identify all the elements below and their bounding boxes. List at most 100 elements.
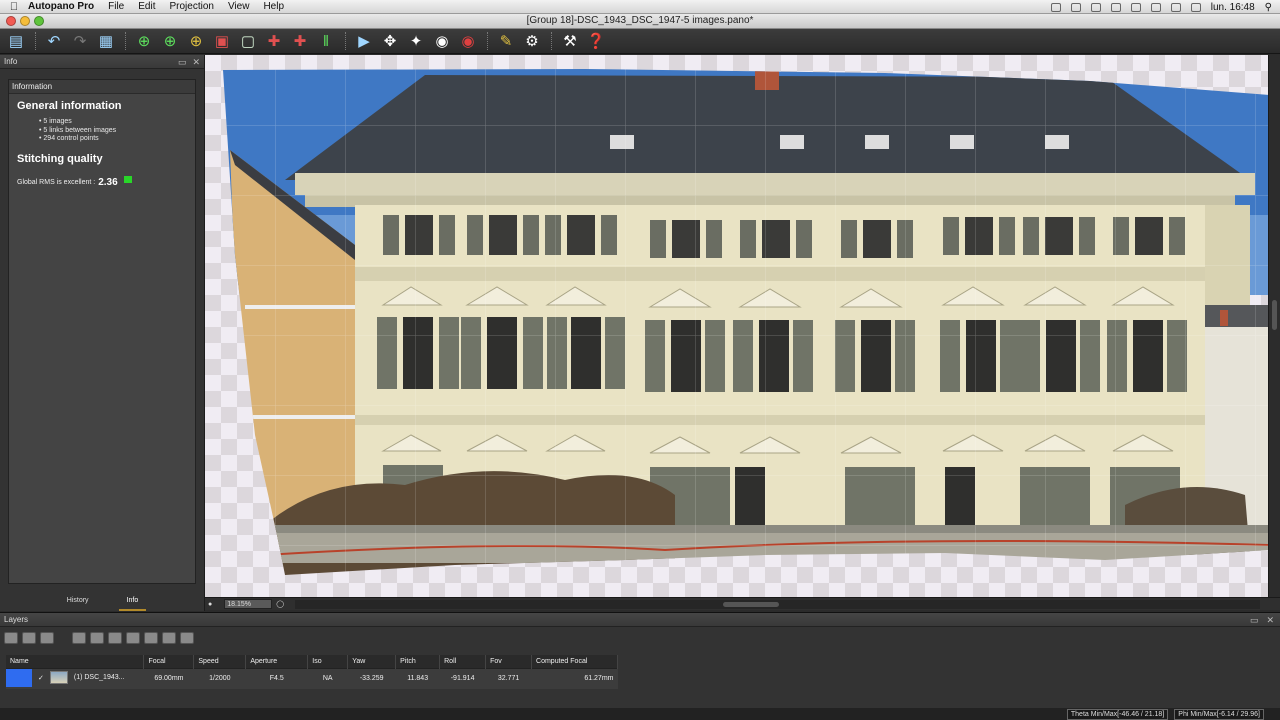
- zoom-field[interactable]: 18.15%: [224, 599, 273, 609]
- time-machine-icon[interactable]: [1110, 2, 1121, 12]
- table-row[interactable]: ✓ (1) DSC_1943... 69.00mm 1/2000 F4.5 NA…: [6, 667, 618, 689]
- mask-add-icon[interactable]: [72, 632, 86, 644]
- app-menu[interactable]: Autopano Pro: [28, 1, 94, 12]
- column-header-focal[interactable]: Focal: [143, 655, 195, 668]
- column-header-fov[interactable]: Fov: [485, 655, 533, 668]
- mask-down-icon[interactable]: [144, 632, 158, 644]
- gear-icon[interactable]: ⚙: [520, 30, 544, 52]
- float-icon[interactable]: ▭: [1250, 613, 1259, 627]
- column-header-iso[interactable]: Iso: [307, 655, 349, 668]
- info-content: Information General information 5 images…: [8, 79, 196, 584]
- screen-icon[interactable]: [1070, 2, 1081, 12]
- tab-info[interactable]: Info: [118, 593, 147, 611]
- list-item: 5 links between images: [39, 127, 195, 136]
- help-icon[interactable]: ❓: [584, 30, 608, 52]
- vertical-lines-icon[interactable]: ✚: [262, 30, 286, 52]
- fit-icon[interactable]: ▢: [236, 30, 260, 52]
- layer-thumbnail: [49, 671, 68, 684]
- column-header-computed-focal[interactable]: Computed Focal: [531, 655, 618, 668]
- battery-icon[interactable]: [1190, 2, 1201, 12]
- select-icon[interactable]: ▶: [352, 30, 376, 52]
- menu-help[interactable]: Help: [263, 1, 284, 12]
- layers-toolbar: [0, 627, 1280, 649]
- horizontal-scroll-thumb[interactable]: [723, 602, 779, 607]
- column-header-roll[interactable]: Roll: [439, 655, 487, 668]
- toolbar-separator: [487, 32, 489, 50]
- mask-bottom-icon[interactable]: [162, 632, 176, 644]
- column-header-pitch[interactable]: Pitch: [395, 655, 441, 668]
- menu-edit[interactable]: Edit: [138, 1, 155, 12]
- layer-color-swatch[interactable]: [6, 668, 32, 687]
- move-center-icon[interactable]: ⊕: [132, 30, 156, 52]
- layer-visible-checkbox[interactable]: ✓: [38, 674, 44, 682]
- quality-flag-icon: [123, 175, 132, 183]
- layers-panel-title: Layers: [4, 615, 29, 624]
- menu-projection[interactable]: Projection: [169, 1, 213, 12]
- auto-icon[interactable]: ◉: [430, 30, 454, 52]
- crop-icon[interactable]: ▣: [210, 30, 234, 52]
- layer-speed: 1/2000: [193, 667, 246, 689]
- horizontal-scrollbar[interactable]: [295, 600, 1260, 609]
- volume-icon[interactable]: [1170, 2, 1181, 12]
- add-layer-icon[interactable]: [4, 632, 18, 644]
- bluetooth-icon[interactable]: [1130, 2, 1141, 12]
- mask-up-icon[interactable]: [126, 632, 140, 644]
- mask-top-icon[interactable]: [108, 632, 122, 644]
- sync-icon[interactable]: [1050, 2, 1061, 12]
- vertical-icon[interactable]: ⊕: [184, 30, 208, 52]
- zoom-reset-icon[interactable]: ◯: [276, 600, 284, 608]
- toolbar-separator: [35, 32, 37, 50]
- remove-layer-icon[interactable]: [22, 632, 36, 644]
- toolbar-separator: [125, 32, 127, 50]
- float-icon[interactable]: ▭: [178, 55, 187, 69]
- layer-focal: 69.00mm: [143, 667, 194, 689]
- panel-icon[interactable]: ▦: [94, 30, 118, 52]
- column-header-name[interactable]: Name: [6, 655, 145, 668]
- window-title: [Group 18]-DSC_1943_DSC_1947-5 images.pa…: [526, 15, 754, 26]
- layer-computed-focal: 61.27mm: [531, 667, 618, 689]
- zoom-toggle-icon[interactable]: ●: [208, 601, 212, 608]
- status-footer: Theta Min/Max[-46.46 / 21.18] Phi Min/Ma…: [0, 708, 1280, 720]
- wifi-icon[interactable]: [1150, 2, 1161, 12]
- phi-readout: Phi Min/Max[-6.14 / 29.96]: [1174, 708, 1264, 720]
- undo-icon[interactable]: ↶: [42, 30, 66, 52]
- spotlight-icon[interactable]: ⚲: [1265, 2, 1272, 13]
- stitching-quality-title: Stitching quality: [17, 152, 103, 165]
- straight-lines-icon[interactable]: ‖: [314, 30, 338, 52]
- edit-layer-icon[interactable]: [40, 632, 54, 644]
- view-status-bar: ● 18.15% ◯: [205, 597, 1280, 610]
- vertical-scroll-thumb[interactable]: [1272, 300, 1277, 330]
- horizon-icon[interactable]: ⊕: [158, 30, 182, 52]
- layer-pitch: 11.843: [395, 667, 440, 689]
- rms-value: 2.36: [98, 176, 118, 188]
- panorama-preview[interactable]: [205, 55, 1268, 597]
- layers-panel-header: Layers ▭ ✕: [0, 613, 1280, 627]
- layers-panel-controls: ▭ ✕: [1250, 613, 1274, 627]
- horizontal-lines-icon[interactable]: ✚: [288, 30, 312, 52]
- layout-icon[interactable]: ▤: [4, 30, 28, 52]
- calendar-icon[interactable]: [1090, 2, 1101, 12]
- edit-icon[interactable]: ✎: [494, 30, 518, 52]
- column-header-aperture[interactable]: Aperture: [245, 655, 309, 668]
- menu-file[interactable]: File: [108, 1, 124, 12]
- close-icon[interactable]: ✕: [1266, 613, 1274, 627]
- mask-remove-icon[interactable]: [90, 632, 104, 644]
- wrench-icon[interactable]: ⚒: [558, 30, 582, 52]
- layer-roll: -91.914: [439, 667, 486, 689]
- color-icon[interactable]: ◉: [456, 30, 480, 52]
- redo-icon[interactable]: ↷: [68, 30, 92, 52]
- menu-view[interactable]: View: [228, 1, 250, 12]
- mask-clear-icon[interactable]: [180, 632, 194, 644]
- apple-icon[interactable]: : [0, 1, 28, 13]
- title-bar: [Group 18]-DSC_1943_DSC_1947-5 images.pa…: [0, 14, 1280, 29]
- close-icon[interactable]: ✕: [192, 55, 200, 69]
- tab-history[interactable]: History: [59, 593, 97, 611]
- vertical-scrollbar[interactable]: [1268, 55, 1280, 597]
- zoom-fit-icon[interactable]: ✦: [404, 30, 428, 52]
- pan-icon[interactable]: ✥: [378, 30, 402, 52]
- toolbar-separator: [551, 32, 553, 50]
- info-panel-header: Info ▭ ✕: [0, 55, 204, 69]
- column-header-speed[interactable]: Speed: [193, 655, 247, 668]
- menubar-clock[interactable]: lun. 16:48: [1211, 2, 1255, 13]
- column-header-yaw[interactable]: Yaw: [347, 655, 397, 668]
